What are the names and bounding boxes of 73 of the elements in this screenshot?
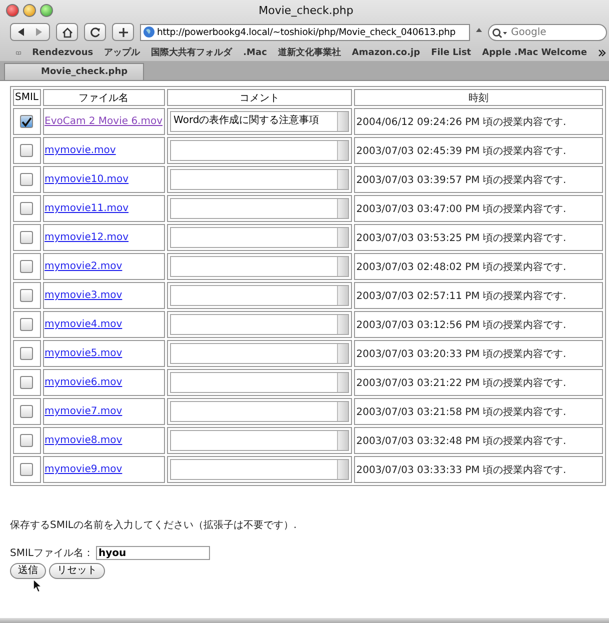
checkbox[interactable]	[20, 115, 34, 128]
home-icon	[62, 26, 72, 38]
comment-field[interactable]	[170, 256, 350, 277]
globe-icon	[143, 26, 155, 38]
bookmark-link[interactable]: File List	[431, 48, 472, 58]
bookmark-link[interactable]: 道新文化事業社	[278, 46, 341, 59]
checkbox[interactable]	[20, 434, 34, 447]
column-header: ファイル名	[42, 89, 165, 106]
time-text: 2003/07/03 03:53:25 PM 頃の授業内容です.	[356, 232, 566, 244]
comment-field[interactable]	[170, 314, 350, 335]
browser-tab[interactable]: Movie_check.php	[4, 63, 144, 80]
bookmark-link[interactable]: アップル	[104, 46, 140, 59]
time-text: 2003/07/03 02:48:02 PM 頃の授業内容です.	[356, 262, 566, 272]
comment-field[interactable]	[170, 198, 350, 219]
reload-icon	[90, 26, 100, 38]
time-text: 2003/07/03 03:32:48 PM 頃の授業内容です.	[356, 436, 566, 446]
time-text: 2003/07/03 03:33:33 PM 頃の授業内容です.	[356, 464, 566, 476]
checkbox[interactable]	[20, 231, 34, 244]
form-button[interactable]: 送信	[10, 563, 46, 579]
zoom-button[interactable]	[40, 4, 53, 16]
bookmark-link[interactable]: Apple .Mac Welcome	[482, 48, 587, 58]
bookmark-link[interactable]: Amazon.co.jp	[352, 48, 420, 58]
instruction-text: 保存するSMILの名前を入力してください（拡張子は不要です）.	[10, 518, 298, 532]
form-button[interactable]: リセット	[49, 563, 105, 579]
checkbox[interactable]	[20, 405, 34, 418]
search-icon	[492, 28, 508, 38]
comment-field[interactable]	[170, 343, 350, 364]
time-text: 2003/07/03 02:45:39 PM 頃の授業内容です.	[356, 146, 566, 156]
add-bookmark-button[interactable]	[112, 23, 134, 41]
close-button[interactable]	[6, 4, 19, 16]
time-text: 2003/07/03 03:12:56 PM 頃の授業内容です.	[356, 320, 566, 330]
time-text: 2003/07/03 03:47:00 PM 頃の授業内容です.	[356, 204, 566, 214]
comment-field[interactable]: Wordの表作成に関する注意事項	[170, 111, 350, 132]
checkbox[interactable]	[20, 347, 34, 360]
time-text: 2003/07/03 03:39:57 PM 頃の授業内容です.	[356, 174, 566, 186]
time-text: 2003/07/03 03:21:22 PM 頃の授業内容です.	[356, 378, 566, 388]
checkbox[interactable]	[20, 463, 34, 476]
comment-field[interactable]	[170, 401, 350, 422]
reload-button[interactable]	[84, 23, 106, 41]
time-text: 2003/07/03 02:57:11 PM 頃の授業内容です.	[356, 290, 566, 302]
plus-icon	[118, 26, 128, 38]
comment-field[interactable]	[170, 459, 350, 480]
address-field[interactable]: http://powerbookg4.local/~toshioki/php/Movie_check_040613.php	[140, 24, 470, 40]
checkbox[interactable]	[20, 144, 34, 157]
back-forward-button[interactable]	[10, 23, 50, 41]
comment-field[interactable]	[170, 227, 350, 248]
cursor-icon	[33, 579, 43, 593]
minimize-button[interactable]	[23, 4, 36, 16]
time-text: 2004/06/12 09:24:26 PM 頃の授業内容です.	[356, 116, 566, 128]
window-title: Movie_check.php	[258, 4, 354, 16]
checkbox[interactable]	[20, 376, 34, 389]
column-header: 時刻	[354, 89, 603, 106]
checkbox[interactable]	[20, 173, 34, 186]
field-label: SMILファイル名：	[10, 547, 94, 560]
bookmark-link[interactable]: Rendezvous	[32, 48, 94, 58]
comment-field[interactable]	[170, 372, 350, 393]
checkbox[interactable]	[20, 202, 34, 215]
bookmark-link[interactable]: .Mac	[243, 48, 267, 58]
search-field[interactable]: Google	[488, 24, 607, 40]
checkbox[interactable]	[20, 318, 34, 331]
time-text: 2003/07/03 03:20:33 PM 頃の授業内容です.	[356, 348, 566, 360]
home-button[interactable]	[56, 23, 78, 41]
time-text: 2003/07/03 03:21:58 PM 頃の授業内容です.	[356, 406, 566, 418]
comment-field[interactable]	[170, 285, 350, 306]
bookmark-link[interactable]: 国際大共有フォルダ	[151, 46, 232, 59]
filename-field[interactable]: hyou	[96, 546, 210, 560]
comment-field[interactable]	[170, 140, 350, 161]
checkbox[interactable]	[20, 260, 34, 273]
comment-field[interactable]	[170, 169, 350, 190]
comment-field[interactable]	[170, 430, 350, 451]
checkbox[interactable]	[20, 289, 34, 302]
column-header: SMIL	[13, 89, 40, 106]
column-header: コメント	[166, 89, 352, 106]
